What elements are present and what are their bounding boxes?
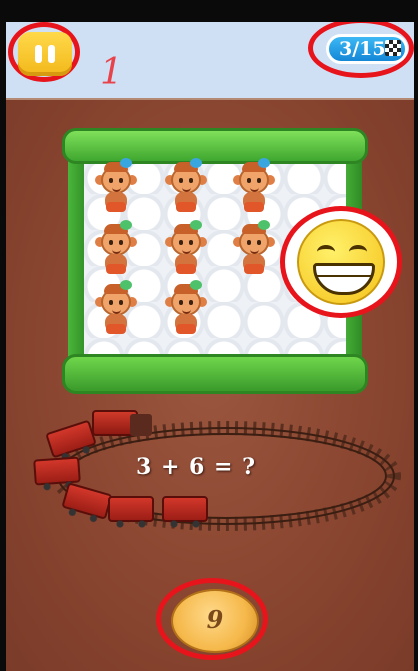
progress-counter: 3/15	[326, 34, 408, 64]
monkey	[92, 280, 140, 338]
progress-text: 3/15	[339, 38, 386, 60]
train-car	[162, 496, 208, 528]
smiley-mouth	[313, 263, 375, 295]
pause-icon	[48, 45, 55, 63]
bow-icon	[120, 158, 132, 168]
level-number: 1	[100, 52, 123, 93]
monkey	[162, 280, 210, 338]
smiley-eye	[349, 245, 367, 259]
bow-icon	[120, 220, 132, 230]
bow-icon	[258, 220, 270, 230]
monkey	[230, 158, 278, 216]
bow-icon	[190, 280, 202, 290]
train-locomotive	[92, 404, 156, 438]
grinning-smiley-icon	[297, 219, 385, 305]
smiley-eye	[317, 245, 335, 259]
answer-highlight: 9	[156, 578, 268, 660]
pause-icon	[35, 45, 42, 63]
bow-icon	[190, 158, 202, 168]
train-car	[33, 456, 81, 486]
monkey	[92, 158, 140, 216]
feedback-highlight	[280, 206, 402, 318]
monkey	[230, 220, 278, 278]
monkey	[162, 220, 210, 278]
crib-footboard	[62, 354, 368, 394]
game-scene: 1 3/15 3 + 6 = ? 9	[6, 22, 414, 671]
monkey	[162, 158, 210, 216]
monkey	[92, 220, 140, 278]
pause-button[interactable]	[18, 32, 72, 76]
bow-icon	[120, 280, 132, 290]
locomotive-cab	[130, 414, 152, 436]
train-car	[108, 496, 154, 528]
answer-value: 9	[206, 605, 224, 634]
answer-button[interactable]: 9	[171, 589, 259, 653]
checkered-flag-icon	[385, 40, 401, 56]
bow-icon	[258, 158, 270, 168]
bow-icon	[190, 220, 202, 230]
math-question: 3 + 6 = ?	[136, 454, 257, 480]
